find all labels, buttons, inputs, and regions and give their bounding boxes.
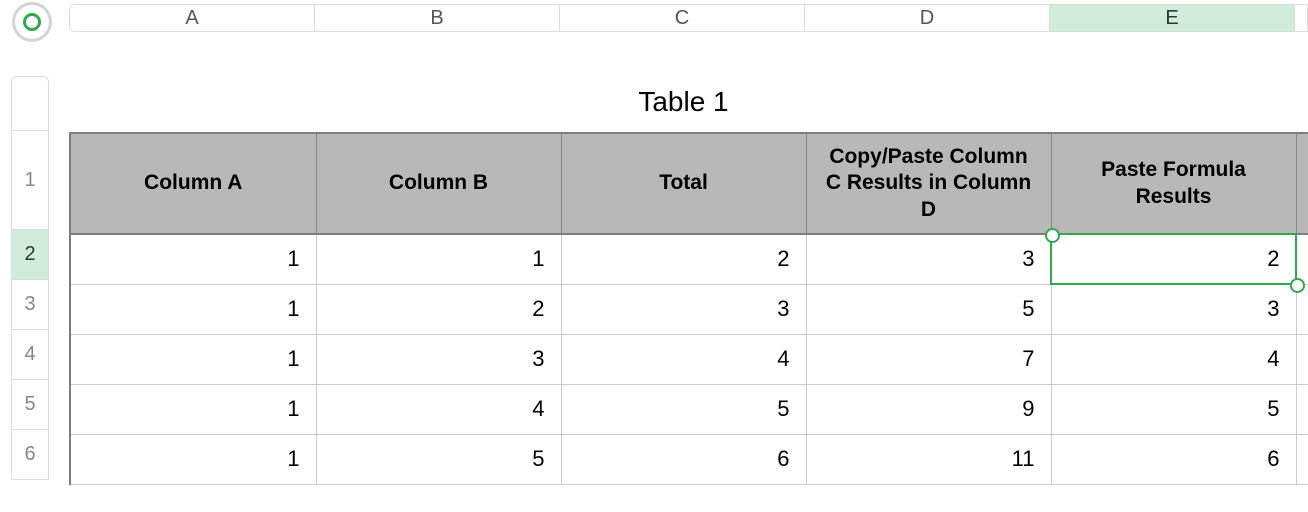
table-row: 156116 (71, 434, 1308, 484)
column-header-label: B (430, 7, 443, 29)
cell-b2[interactable]: 1 (316, 234, 561, 284)
header-cell-label: Column B (389, 171, 488, 194)
row-header-label: 6 (24, 443, 35, 466)
header-cell-label: Paste Formula Results (1101, 158, 1246, 207)
cell-c6[interactable]: 6 (561, 434, 806, 484)
cell-overflow[interactable] (1296, 334, 1308, 384)
select-all-circle-icon (23, 13, 41, 31)
column-header-label: C (675, 7, 689, 29)
header-row: Column A Column B Total Copy/Paste Colum… (71, 134, 1308, 234)
cell-c2[interactable]: 2 (561, 234, 806, 284)
header-cell-c[interactable]: Total (561, 134, 806, 234)
row-header-label: 3 (24, 293, 35, 316)
header-cell-label: Total (659, 171, 708, 194)
cell-a3[interactable]: 1 (71, 284, 316, 334)
spreadsheet-table: Column A Column B Total Copy/Paste Colum… (69, 132, 1308, 485)
column-header-label: E (1165, 7, 1178, 29)
cell-d6[interactable]: 11 (806, 434, 1051, 484)
table-row: 13474 (71, 334, 1308, 384)
table-row: 11232 (71, 234, 1308, 284)
header-cell-label: Column A (144, 171, 242, 194)
cell-b3[interactable]: 2 (316, 284, 561, 334)
cell-a6[interactable]: 1 (71, 434, 316, 484)
cell-c4[interactable]: 4 (561, 334, 806, 384)
column-header-overflow[interactable] (1295, 5, 1307, 31)
cell-b6[interactable]: 5 (316, 434, 561, 484)
cell-overflow[interactable] (1296, 434, 1308, 484)
cell-c3[interactable]: 3 (561, 284, 806, 334)
row-header-spacer (11, 76, 49, 130)
column-header-C[interactable]: C (560, 5, 805, 31)
cell-e3[interactable]: 3 (1051, 284, 1296, 334)
row-header-5[interactable]: 5 (11, 380, 49, 430)
cell-a5[interactable]: 1 (71, 384, 316, 434)
header-cell-a[interactable]: Column A (71, 134, 316, 234)
row-header-4[interactable]: 4 (11, 330, 49, 380)
select-all-corner[interactable] (12, 2, 52, 42)
row-header-3[interactable]: 3 (11, 280, 49, 330)
table-row: 14595 (71, 384, 1308, 434)
row-header-bar: 1 2 3 4 5 6 (11, 76, 49, 512)
header-cell-b[interactable]: Column B (316, 134, 561, 234)
row-header-label: 1 (24, 169, 35, 192)
row-header-2[interactable]: 2 (11, 230, 49, 280)
cell-a2[interactable]: 1 (71, 234, 316, 284)
column-header-bar: A B C D E (69, 4, 1308, 32)
header-cell-e[interactable]: Paste Formula Results (1051, 134, 1296, 234)
cell-d3[interactable]: 5 (806, 284, 1051, 334)
cell-e5[interactable]: 5 (1051, 384, 1296, 434)
header-cell-overflow[interactable] (1296, 134, 1308, 234)
column-header-A[interactable]: A (70, 5, 315, 31)
table-title: Table 1 (69, 86, 1308, 118)
cell-d2[interactable]: 3 (806, 234, 1051, 284)
column-header-B[interactable]: B (315, 5, 560, 31)
column-header-D[interactable]: D (805, 5, 1050, 31)
header-cell-d[interactable]: Copy/Paste Column C Results in Column D (806, 134, 1051, 234)
table-row: 12353 (71, 284, 1308, 334)
row-header-6[interactable]: 6 (11, 430, 49, 480)
cell-b4[interactable]: 3 (316, 334, 561, 384)
row-header-label: 4 (24, 343, 35, 366)
cell-d5[interactable]: 9 (806, 384, 1051, 434)
cell-e6[interactable]: 6 (1051, 434, 1296, 484)
header-cell-label: Copy/Paste Column C Results in Column D (826, 145, 1031, 221)
cell-overflow[interactable] (1296, 284, 1308, 334)
cell-a4[interactable]: 1 (71, 334, 316, 384)
cell-d4[interactable]: 7 (806, 334, 1051, 384)
row-header-1[interactable]: 1 (11, 130, 49, 230)
cell-e4[interactable]: 4 (1051, 334, 1296, 384)
cell-overflow[interactable] (1296, 234, 1308, 284)
column-header-label: D (920, 7, 934, 29)
cell-overflow[interactable] (1296, 384, 1308, 434)
cell-b5[interactable]: 4 (316, 384, 561, 434)
row-header-label: 5 (24, 393, 35, 416)
row-header-label: 2 (24, 243, 35, 266)
cell-e2[interactable]: 2 (1051, 234, 1296, 284)
cell-c5[interactable]: 5 (561, 384, 806, 434)
column-header-E[interactable]: E (1050, 5, 1295, 31)
column-header-label: A (185, 7, 198, 29)
